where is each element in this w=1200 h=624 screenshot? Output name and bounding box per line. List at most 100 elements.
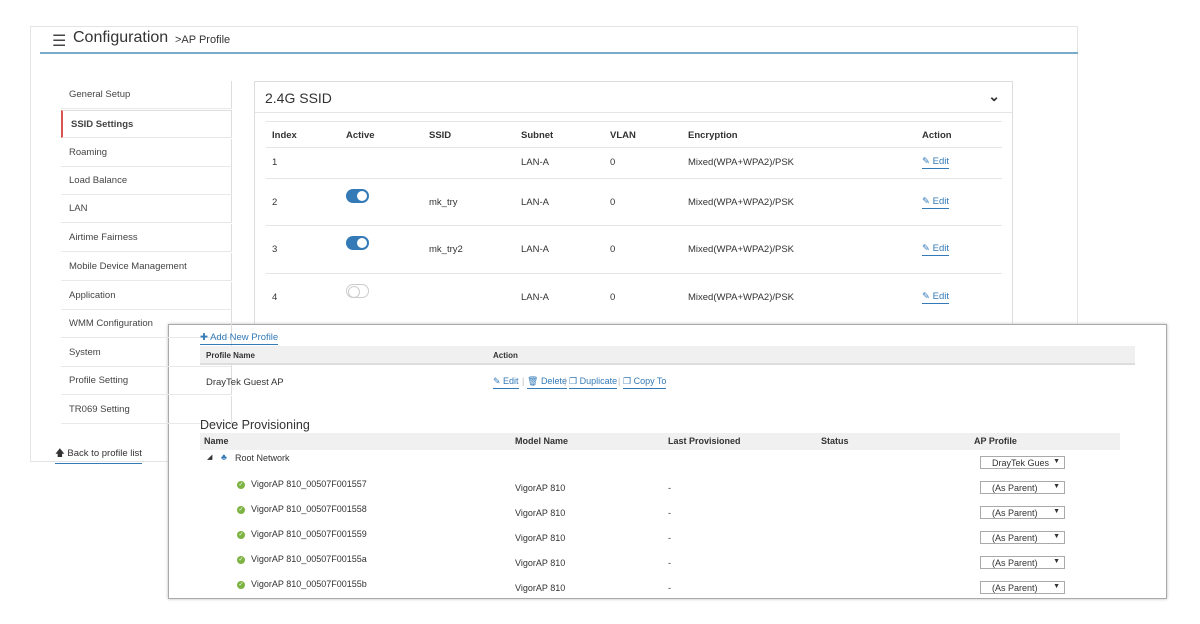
- edit-link[interactable]: ✎ Edit: [922, 243, 949, 256]
- selected-value: (As Parent): [992, 508, 1038, 518]
- separator: |: [522, 376, 525, 386]
- ssid-cell: mk_try: [429, 197, 458, 208]
- vlan-cell: 0: [610, 197, 616, 208]
- column-header: Profile Name: [206, 351, 255, 360]
- ap-profile-select[interactable]: (As Parent) ▼: [980, 556, 1065, 569]
- ssid-panel: 2.4G SSID ⌄: [254, 81, 1013, 341]
- index-cell: 2: [272, 197, 278, 208]
- last-provisioned: -: [668, 483, 671, 493]
- sidebar-item[interactable]: Load Balance: [61, 167, 232, 195]
- active-toggle[interactable]: [346, 189, 369, 203]
- model-name: VigorAP 810: [515, 483, 566, 493]
- dropdown-arrow-icon: ▼: [1053, 458, 1060, 465]
- plus-icon: ✚: [200, 332, 211, 343]
- ap-profile-select[interactable]: (As Parent) ▼: [980, 506, 1065, 519]
- column-header: Action: [493, 351, 518, 360]
- check-circle-icon: ✓: [237, 555, 245, 564]
- last-provisioned: -: [668, 533, 671, 543]
- action-label: Edit: [503, 376, 519, 386]
- edit-label: Edit: [932, 243, 949, 254]
- device-name: ✓ VigorAP 810_00507F00155a: [237, 554, 367, 564]
- divider: [266, 147, 1002, 148]
- last-provisioned: -: [668, 508, 671, 518]
- subnet-cell: LAN-A: [521, 157, 549, 168]
- sliders-icon: ☰: [52, 33, 67, 50]
- delete-link[interactable]: 🗑 Delete: [527, 376, 567, 389]
- duplicate-link[interactable]: ❐ Duplicate: [569, 376, 618, 389]
- check-circle-icon: ✓: [237, 480, 245, 489]
- encryption-cell: Mixed(WPA+WPA2)/PSK: [688, 292, 795, 303]
- column-header: Subnet: [521, 130, 554, 141]
- sidebar-item[interactable]: Airtime Fairness: [61, 224, 232, 252]
- model-name: VigorAP 810: [515, 508, 566, 518]
- ap-profile-select[interactable]: (As Parent) ▼: [980, 531, 1065, 544]
- check-circle-icon: ✓: [237, 505, 245, 514]
- pencil-icon: ✎: [922, 156, 933, 167]
- sidebar-item[interactable]: Roaming: [61, 139, 232, 167]
- encryption-cell: Mixed(WPA+WPA2)/PSK: [688, 197, 795, 208]
- edit-link[interactable]: ✎ Edit: [493, 376, 519, 389]
- model-name: VigorAP 810: [515, 533, 566, 543]
- index-cell: 4: [272, 292, 278, 303]
- edit-link[interactable]: ✎ Edit: [922, 196, 949, 209]
- sidebar-item[interactable]: Application: [61, 282, 232, 310]
- ap-profile-select[interactable]: (As Parent) ▼: [980, 481, 1065, 494]
- edit-label: Edit: [932, 156, 949, 167]
- sidebar-item[interactable]: SSID Settings: [61, 110, 232, 138]
- edit-label: Edit: [932, 291, 949, 302]
- sidebar-item[interactable]: Mobile Device Management: [61, 253, 232, 281]
- column-header: Active: [346, 130, 375, 141]
- selected-value: (As Parent): [992, 483, 1038, 493]
- active-toggle[interactable]: [346, 236, 369, 250]
- pencil-icon: ✎: [922, 196, 933, 207]
- sidebar-item[interactable]: LAN: [61, 195, 232, 223]
- selected-value: (As Parent): [992, 533, 1038, 543]
- separator: |: [564, 376, 567, 386]
- back-to-profile-list-link[interactable]: 🡅 Back to profile list: [55, 446, 142, 464]
- ap-profile-select[interactable]: DrayTek Gues ▼: [980, 456, 1065, 469]
- device-label: VigorAP 810_00507F00155a: [251, 554, 367, 564]
- page-title: Configuration: [73, 29, 169, 46]
- active-toggle[interactable]: [346, 284, 369, 298]
- separator: |: [618, 376, 621, 386]
- column-header: Last Provisioned: [668, 436, 741, 446]
- device-name: ✓ VigorAP 810_00507F001558: [237, 504, 367, 514]
- pencil-icon: ✎: [493, 376, 504, 386]
- check-circle-icon: ✓: [237, 530, 245, 539]
- device-name: ✓ VigorAP 810_00507F001559: [237, 529, 367, 539]
- chevron-down-icon[interactable]: ⌄: [988, 88, 1000, 105]
- selected-value: (As Parent): [992, 558, 1038, 568]
- vlan-cell: 0: [610, 244, 616, 255]
- breadcrumb: >AP Profile: [175, 34, 231, 46]
- sidebar-item[interactable]: General Setup: [61, 81, 232, 109]
- dropdown-arrow-icon: ▼: [1053, 483, 1060, 490]
- vlan-cell: 0: [610, 157, 616, 168]
- row-divider: [266, 225, 1002, 226]
- expand-triangle-icon[interactable]: ◢: [207, 453, 212, 461]
- column-header: Encryption: [688, 130, 738, 141]
- edit-label: Edit: [932, 196, 949, 207]
- section-title: Device Provisioning: [200, 418, 310, 432]
- model-name: VigorAP 810: [515, 583, 566, 593]
- action-label: Copy To: [633, 376, 667, 386]
- row-divider: [266, 273, 1002, 274]
- edit-link[interactable]: ✎ Edit: [922, 291, 949, 304]
- device-label: VigorAP 810_00507F001559: [251, 529, 367, 539]
- profile-name: DrayTek Guest AP: [206, 377, 284, 388]
- subnet-cell: LAN-A: [521, 292, 549, 303]
- edit-link[interactable]: ✎ Edit: [922, 156, 949, 169]
- device-label: VigorAP 810_00507F001558: [251, 504, 367, 514]
- check-circle-icon: ✓: [237, 580, 245, 589]
- device-name: ✓ VigorAP 810_00507F001557: [237, 479, 367, 489]
- column-header: Status: [821, 436, 849, 446]
- ap-profile-select[interactable]: (As Parent) ▼: [980, 581, 1065, 594]
- add-new-profile-link[interactable]: ✚ Add New Profile: [200, 332, 279, 345]
- selected-value: DrayTek Gues: [992, 458, 1050, 468]
- device-name: ✓ VigorAP 810_00507F00155b: [237, 579, 367, 589]
- copy-to-link[interactable]: ❐ Copy To: [623, 376, 667, 389]
- add-label: Add New Profile: [210, 332, 279, 343]
- subnet-cell: LAN-A: [521, 244, 549, 255]
- pencil-icon: ✎: [922, 291, 933, 302]
- index-cell: 3: [272, 244, 278, 255]
- trash-icon: 🗑: [527, 376, 541, 386]
